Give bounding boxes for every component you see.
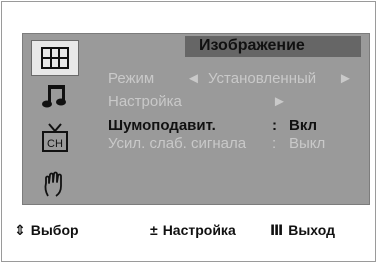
noise-reduction-separator: : <box>272 117 277 134</box>
select-hint-label: Выбор <box>30 222 79 238</box>
picture-menu-tab[interactable] <box>31 40 79 76</box>
exit-hint: Ⅲ Выход <box>270 222 335 239</box>
adjust-label: Настройка <box>108 93 182 110</box>
setup-menu-tab[interactable] <box>31 166 79 202</box>
svg-text:CH: CH <box>47 138 63 150</box>
setup-hand-icon <box>44 171 62 197</box>
weak-signal-label: Усил. слаб. сигнала <box>108 135 247 152</box>
channel-menu-tab[interactable]: CH <box>31 120 79 156</box>
select-hint: ⇕ Выбор <box>14 222 79 239</box>
menu-icon: Ⅲ <box>270 222 284 238</box>
submenu-arrow-icon[interactable]: ► <box>272 93 287 110</box>
picture-icon <box>41 47 69 69</box>
noise-reduction-label: Шумоподавит. <box>108 117 216 134</box>
sound-icon <box>42 85 66 108</box>
menu-title: Изображение <box>199 37 305 54</box>
adjust-hint-label: Настройка <box>162 222 236 238</box>
mode-label: Режим <box>108 70 155 87</box>
weak-signal-value: Выкл <box>289 135 326 152</box>
exit-hint-label: Выход <box>288 222 335 238</box>
adjust-hint: ± Настройка <box>150 222 236 238</box>
weak-signal-separator: : <box>272 135 277 152</box>
right-arrow-icon[interactable]: ► <box>338 70 353 87</box>
plus-minus-icon: ± <box>150 222 158 238</box>
up-down-icon: ⇕ <box>14 222 26 238</box>
channel-icon: CH <box>42 123 68 152</box>
noise-reduction-value: Вкл <box>289 117 318 134</box>
mode-value: Установленный <box>208 70 317 87</box>
left-arrow-icon[interactable]: ◄ <box>186 70 201 87</box>
sound-menu-tab[interactable] <box>31 78 79 114</box>
